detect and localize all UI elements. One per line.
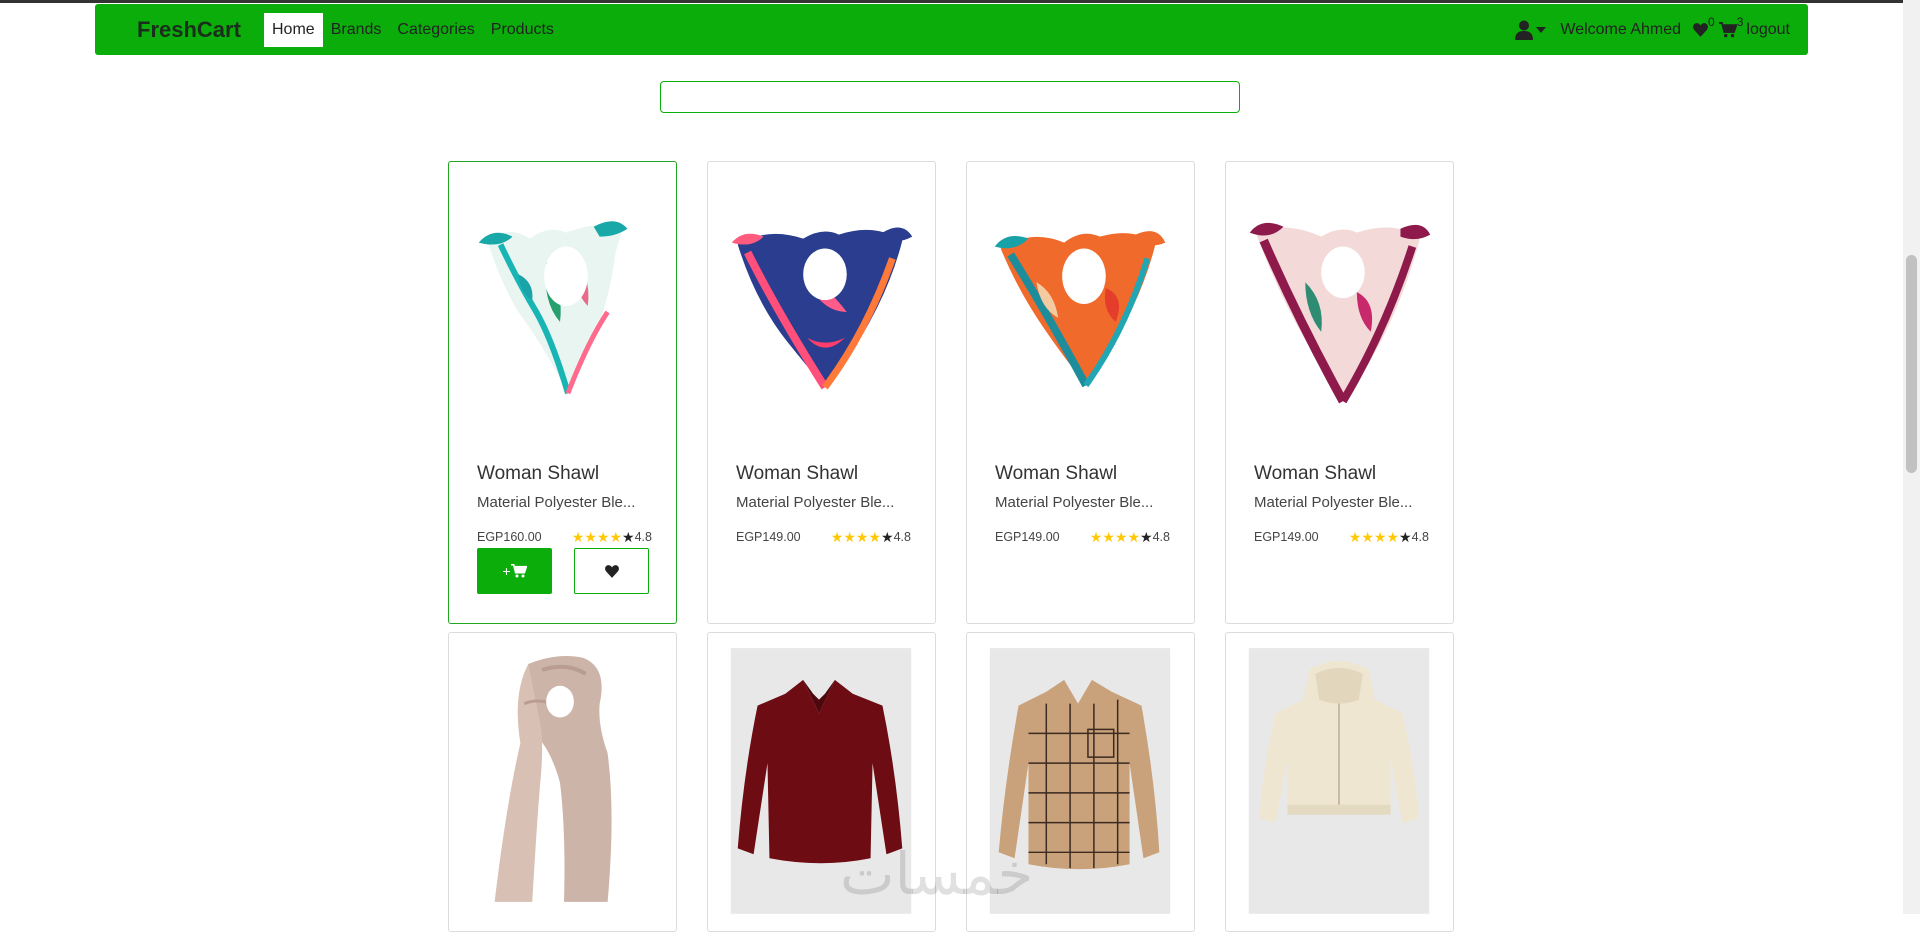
- product-price: EGP160.00: [477, 530, 542, 544]
- product-title: Woman Shawl: [1254, 463, 1377, 484]
- rating-stars: ★ ★ ★ ★ ★ 4.8: [1349, 530, 1429, 544]
- product-description: Material Polyester Ble...: [1254, 494, 1413, 511]
- nav-brands-link[interactable]: Brands: [323, 13, 390, 47]
- product-image-scarf-magenta-floral: [1249, 222, 1431, 404]
- star-icon: ★: [1373, 529, 1387, 545]
- product-card[interactable]: Woman Shawl Material Polyester Ble... EG…: [1225, 161, 1454, 624]
- cart-icon: [510, 564, 527, 578]
- watermark-text: خمسات: [840, 840, 1034, 908]
- caret-down-icon: [1536, 27, 1547, 33]
- star-icon: ★: [1348, 529, 1362, 545]
- star-icon: ★: [843, 529, 856, 545]
- heart-icon: [1693, 23, 1708, 37]
- star-icon: ★: [596, 529, 610, 545]
- star-icon: ★: [1140, 529, 1153, 545]
- star-icon: ★: [1127, 529, 1141, 545]
- page-scrollbar[interactable]: [1903, 0, 1920, 914]
- product-image-beige-scarf: [494, 656, 612, 902]
- star-icon: ★: [1399, 529, 1412, 545]
- add-to-cart-button[interactable]: +: [477, 548, 552, 594]
- star-icon: ★: [1361, 529, 1374, 545]
- rating-value: 4.8: [1411, 530, 1429, 544]
- navbar: FreshCart Home Brands Categories Product…: [95, 4, 1808, 55]
- nav-links: Home Brands Categories Products: [264, 13, 562, 47]
- rating-stars: ★ ★ ★ ★ ★ 4.8: [831, 530, 911, 544]
- nav-categories-link[interactable]: Categories: [389, 13, 482, 47]
- nav-products-link[interactable]: Products: [483, 13, 562, 47]
- product-price: EGP149.00: [995, 530, 1060, 544]
- product-image-scarf-navy-pink: [731, 227, 913, 390]
- window-top-border: [0, 0, 1920, 3]
- star-icon: ★: [1102, 529, 1115, 545]
- rating-value: 4.8: [1152, 530, 1170, 544]
- cart-icon: [1718, 22, 1737, 38]
- nav-home-link[interactable]: Home: [264, 13, 323, 47]
- product-card[interactable]: Woman Shawl Material Polyester Ble... EG…: [448, 161, 677, 624]
- star-icon: ★: [584, 529, 597, 545]
- star-icon: ★: [1089, 529, 1103, 545]
- rating-stars: ★ ★ ★ ★ ★ 4.8: [1090, 530, 1170, 544]
- star-icon: ★: [830, 529, 844, 545]
- rating-value: 4.8: [634, 530, 652, 544]
- star-icon: ★: [1114, 529, 1128, 545]
- product-card[interactable]: [448, 632, 677, 932]
- user-icon: [1515, 20, 1534, 40]
- logout-link[interactable]: logout: [1746, 21, 1790, 39]
- product-description: Material Polyester Ble...: [477, 494, 636, 511]
- rating-value: 4.8: [893, 530, 911, 544]
- star-icon: ★: [881, 529, 894, 545]
- product-price: EGP149.00: [736, 530, 801, 544]
- wishlist-link[interactable]: 0: [1693, 15, 1715, 37]
- heart-icon: [604, 564, 619, 578]
- price-rating-row: EGP149.00 ★ ★ ★ ★ ★ 4.8: [736, 530, 911, 544]
- product-title: Woman Shawl: [477, 463, 600, 484]
- product-description: Material Polyester Ble...: [736, 494, 895, 511]
- product-image-scarf-teal-floral: [478, 221, 628, 395]
- price-rating-row: EGP149.00 ★ ★ ★ ★ ★ 4.8: [1254, 530, 1429, 544]
- product-card[interactable]: Woman Shawl Material Polyester Ble... EG…: [966, 161, 1195, 624]
- star-icon: ★: [622, 529, 635, 545]
- brand-logo[interactable]: FreshCart: [137, 17, 241, 43]
- product-image-scarf-orange-teal: [994, 231, 1166, 388]
- nav-right: Welcome Ahmed 0 3 logout: [1515, 15, 1790, 40]
- product-image-cream-hoodie: [1248, 648, 1430, 914]
- product-description: Material Polyester Ble...: [995, 494, 1154, 511]
- star-icon: ★: [868, 529, 882, 545]
- product-title: Woman Shawl: [736, 463, 859, 484]
- product-card[interactable]: Woman Shawl Material Polyester Ble... EG…: [707, 161, 936, 624]
- search-input[interactable]: [660, 81, 1240, 113]
- product-card[interactable]: [1225, 632, 1454, 932]
- price-rating-row: EGP149.00 ★ ★ ★ ★ ★ 4.8: [995, 530, 1170, 544]
- wishlist-count: 0: [1708, 15, 1715, 29]
- welcome-text: Welcome Ahmed: [1560, 21, 1682, 38]
- scrollbar-thumb[interactable]: [1906, 255, 1917, 473]
- star-icon: ★: [571, 529, 585, 545]
- cart-link[interactable]: 3: [1718, 15, 1743, 38]
- price-rating-row: EGP160.00 ★ ★ ★ ★ ★ 4.8: [477, 530, 652, 544]
- star-icon: ★: [609, 529, 623, 545]
- star-icon: ★: [1386, 529, 1400, 545]
- add-to-wishlist-button[interactable]: [574, 548, 649, 594]
- product-title: Woman Shawl: [995, 463, 1118, 484]
- rating-stars: ★ ★ ★ ★ ★ 4.8: [572, 530, 652, 544]
- star-icon: ★: [855, 529, 869, 545]
- product-price: EGP149.00: [1254, 530, 1319, 544]
- user-menu-dropdown[interactable]: [1515, 20, 1547, 40]
- plus-icon: +: [502, 563, 511, 579]
- cart-count: 3: [1736, 15, 1744, 29]
